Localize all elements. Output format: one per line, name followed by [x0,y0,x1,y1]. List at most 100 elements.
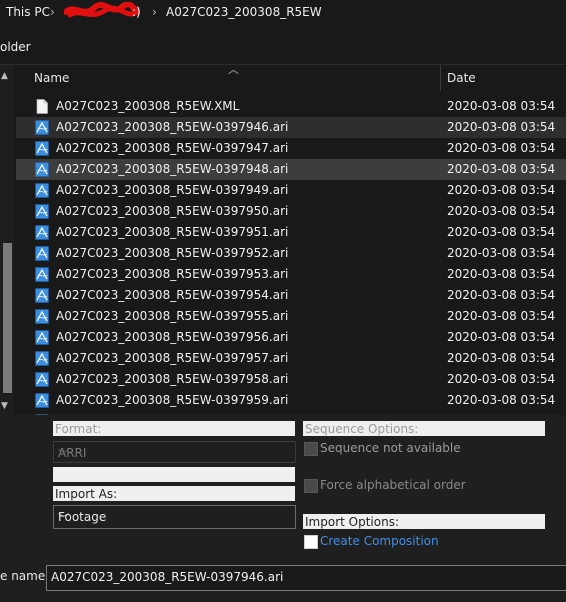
file-row[interactable]: A027C023_200308_R5EW-0397955.ari 2020-03-… [16,306,566,327]
create-composition-checkbox[interactable] [304,535,318,549]
file-rows: A027C023_200308_R5EW.XML 2020-03-08 03:54… [16,96,566,415]
import-as-label-bar: Import As: [53,486,295,501]
import-options-label: Import Options: [305,515,399,529]
file-name: A027C023_200308_R5EW-0397952.ari [56,246,289,260]
chevron-up-icon: ︿ [228,65,239,76]
file-row[interactable]: A027C023_200308_R5EW-0397956.ari 2020-03-… [16,327,566,348]
file-row[interactable]: A027C023_200308_R5EW-0397950.ari 2020-03-… [16,201,566,222]
ari-file-icon [35,120,49,135]
file-name: A027C023_200308_R5EW-0397955.ari [56,309,289,323]
sequence-checkbox [304,442,318,456]
file-date: 2020-03-08 03:54 [447,372,556,386]
file-list[interactable]: ︿ Name Date A027C023_200308_R5EW.XML 2020… [16,65,566,415]
file-name: A027C023_200308_R5EW-0397949.ari [56,183,289,197]
ari-file-icon [35,246,49,261]
file-row[interactable]: A027C023_200308_R5EW.XML 2020-03-08 03:54 [16,96,566,117]
file-name: A027C023_200308_R5EW-0397951.ari [56,225,289,239]
file-date: 2020-03-08 03:54 [447,183,556,197]
file-name-label: e name: [0,569,50,583]
ari-file-icon [35,225,49,240]
breadcrumb-separator: › [152,5,157,19]
create-composition-label[interactable]: Create Composition [320,534,439,548]
breadcrumb-separator: › [50,5,55,19]
import-options-label-bar: Import Options: [303,514,545,529]
file-row[interactable]: A027C023_200308_R5EW-0397954.ari 2020-03-… [16,285,566,306]
toolbar: older [0,30,566,65]
file-name: A027C023_200308_R5EW-0397953.ari [56,267,289,281]
sequence-options-label: Sequence Options: [305,422,419,436]
file-date: 2020-03-08 03:54 [447,267,556,281]
scrollbar-thumb[interactable] [3,243,12,393]
chevron-down-icon: ﹀ [58,448,69,461]
file-name: A027C023_200308_R5EW-0397954.ari [56,288,289,302]
file-name-input[interactable]: A027C023_200308_R5EW-0397946.ari [46,565,566,591]
file-name: A027C023_200308_R5EW-0397946.ari [56,120,289,134]
file-date: 2020-03-08 03:54 [447,204,556,218]
ari-file-icon [35,267,49,282]
file-date: 2020-03-08 03:54 [447,225,556,239]
file-row[interactable]: A027C023_200308_R5EW-0397959.ari 2020-03-… [16,390,566,411]
file-name-value: A027C023_200308_R5EW-0397946.ari [51,570,284,584]
scroll-down-icon[interactable]: ▼ [1,401,8,411]
file-row[interactable]: A027C023_200308_R5EW-0397946.ari 2020-03-… [16,117,566,138]
nav-pane-scrollbar[interactable]: ▲ ▼ [0,65,14,415]
ari-file-icon [35,183,49,198]
breadcrumb-drive[interactable]: :) [132,5,141,19]
list-header: ︿ Name Date [16,65,566,91]
ari-file-icon [35,141,49,156]
file-date: 2020-03-08 03:54 [447,288,556,302]
ari-file-icon [35,288,49,303]
format-label: Format: [55,422,102,436]
file-name: A027C023_200308_R5EW-0397950.ari [56,204,289,218]
file-name: A027C023_200308_R5EW-0397947.ari [56,141,289,155]
file-row[interactable]: A027C023_200308_R5EW-0397957.ari 2020-03-… [16,348,566,369]
column-divider[interactable] [440,65,441,91]
ari-file-icon [35,204,49,219]
file-name: A027C023_200308_R5EW-0397959.ari [56,393,289,407]
format-label-bar: Format: [53,421,295,436]
force-alphabetical-label: Force alphabetical order [320,478,466,492]
import-as-label: Import As: [55,487,118,501]
file-row[interactable]: A027C023_200308_R5EW-0397947.ari 2020-03-… [16,138,566,159]
ari-file-icon [35,351,49,366]
file-row[interactable]: A027C023_200308_R5EW-0397952.ari 2020-03-… [16,243,566,264]
document-icon [36,99,48,114]
force-alphabetical-checkbox [304,479,318,493]
file-date: 2020-03-08 03:54 [447,99,556,113]
ari-file-icon [35,393,49,408]
format-blank-bar [53,467,295,482]
file-row[interactable]: A027C023_200308_R5EW-0397949.ari 2020-03-… [16,180,566,201]
file-name: A027C023_200308_R5EW-0397956.ari [56,330,289,344]
file-date: 2020-03-08 03:54 [447,141,556,155]
chevron-down-icon: ﹀ [58,512,69,525]
file-date: 2020-03-08 03:54 [447,162,556,176]
file-row[interactable]: A027C023_200308_R5EW-0397948.ari 2020-03-… [16,159,566,180]
ari-file-icon [35,372,49,387]
file-date: 2020-03-08 03:54 [447,309,556,323]
breadcrumb-current-folder[interactable]: A027C023_200308_R5EW [166,5,322,19]
file-row[interactable]: A027C023_200308_R5EW-0397953.ari 2020-03-… [16,264,566,285]
ari-file-icon [35,162,49,177]
redaction-scribble [64,2,140,18]
sequence-options-label-bar: Sequence Options: [303,421,545,436]
file-row[interactable]: A027C023_200308_R5EW-0397958.ari 2020-03-… [16,369,566,390]
file-date: 2020-03-08 03:54 [447,351,556,365]
ari-file-icon [35,309,49,324]
format-select: ARRI ﹀ [53,441,296,463]
scroll-up-icon[interactable]: ▲ [1,71,8,81]
file-name: A027C023_200308_R5EW-0397948.ari [56,162,289,176]
new-folder-button[interactable]: older [0,40,31,54]
ari-file-icon [35,330,49,345]
file-date: 2020-03-08 03:54 [447,246,556,260]
column-header-date[interactable]: Date [447,71,476,85]
breadcrumb-this-pc[interactable]: This PC [6,5,50,19]
import-as-select[interactable]: Footage ﹀ [53,505,296,529]
file-name: A027C023_200308_R5EW-0397958.ari [56,372,289,386]
column-header-name[interactable]: Name [34,71,69,85]
file-row[interactable]: A027C023_200308_R5EW-0397951.ari 2020-03-… [16,222,566,243]
address-bar[interactable]: This PC › :) › A027C023_200308_R5EW [0,0,566,31]
file-date: 2020-03-08 03:54 [447,330,556,344]
sequence-not-available-label: Sequence not available [320,441,461,455]
file-date: 2020-03-08 03:54 [447,393,556,407]
file-name: A027C023_200308_R5EW-0397957.ari [56,351,289,365]
